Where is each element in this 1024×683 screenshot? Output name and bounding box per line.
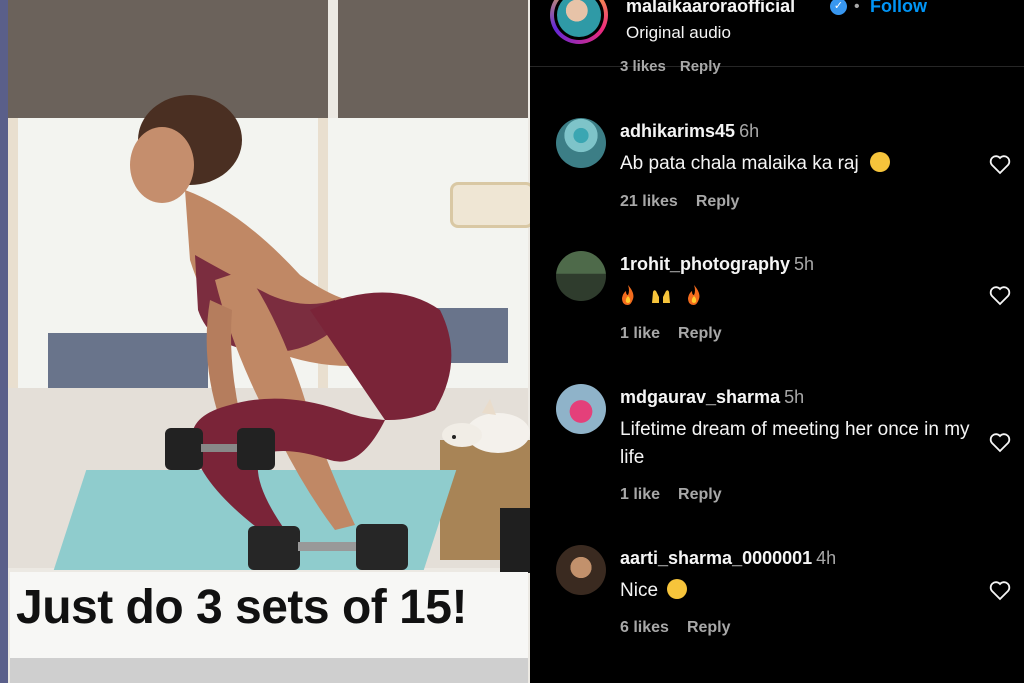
header-divider — [530, 66, 1024, 67]
comment-meta: 6 likes Reply — [620, 619, 731, 637]
likes-count[interactable]: 1 like — [620, 486, 660, 503]
original-audio-link[interactable]: Original audio — [626, 23, 731, 43]
step-platform — [500, 508, 530, 573]
reply-button[interactable]: Reply — [678, 486, 722, 503]
reply-button[interactable]: Reply — [680, 58, 721, 75]
dumbbell-right — [248, 524, 408, 570]
commenter-username[interactable]: adhikarims45 — [620, 121, 735, 141]
reply-button[interactable]: Reply — [687, 619, 731, 636]
author-avatar[interactable] — [550, 0, 608, 44]
commenter-username[interactable]: aarti_sharma_0000001 — [620, 548, 812, 568]
separator-dot: • — [854, 0, 860, 15]
likes-count[interactable]: 21 likes — [620, 193, 678, 210]
comment-text: Lifetime dream of meeting her once in my… — [620, 419, 970, 468]
dumbbell-left — [165, 428, 275, 470]
commenter-avatar[interactable] — [556, 118, 606, 168]
fire-emoji — [688, 285, 700, 305]
post-header: malaikaaroraofficial ✓ • Follow Original… — [530, 0, 1024, 66]
like-heart-icon[interactable] — [988, 283, 1012, 307]
comment-time: 4h — [816, 548, 837, 568]
likes-count[interactable]: 1 like — [620, 325, 660, 342]
next-frame-preview — [10, 658, 528, 683]
author-username[interactable]: malaikaaroraofficial — [626, 0, 795, 17]
previous-comment-meta: 3 likes Reply — [620, 58, 735, 75]
reply-button[interactable]: Reply — [696, 193, 740, 210]
like-heart-icon[interactable] — [988, 152, 1012, 176]
commenter-avatar[interactable] — [556, 545, 606, 595]
fire-emoji — [622, 285, 634, 305]
commenter-avatar[interactable] — [556, 384, 606, 434]
commenter-avatar[interactable] — [556, 251, 606, 301]
comment-time: 6h — [739, 121, 760, 141]
comment-meta: 21 likes Reply — [620, 193, 739, 211]
comment-time: 5h — [784, 387, 805, 407]
comment-text: Nice — [620, 577, 980, 605]
video-caption: Just do 3 sets of 15! — [16, 581, 467, 634]
commenter-username[interactable]: mdgaurav_sharma — [620, 387, 780, 407]
likes-count[interactable]: 6 likes — [620, 619, 669, 636]
like-heart-icon[interactable] — [988, 430, 1012, 454]
grinning-face-with-sweat-emoji — [869, 152, 890, 172]
media-edge — [0, 0, 8, 683]
woman-exercising-image — [130, 95, 452, 530]
likes-count[interactable]: 3 likes — [620, 58, 666, 75]
like-heart-icon[interactable] — [988, 578, 1012, 602]
reply-button[interactable]: Reply — [678, 325, 722, 342]
commenter-username[interactable]: 1rohit_photography — [620, 254, 790, 274]
comments-panel: malaikaaroraofficial ✓ • Follow Original… — [530, 0, 1024, 683]
verified-badge-icon: ✓ — [830, 0, 847, 15]
comment-text: Ab pata chala malaika ka raj — [620, 150, 980, 178]
comment-meta: 1 like Reply — [620, 486, 722, 504]
comment-time: 5h — [794, 254, 815, 274]
flushed-face-emoji — [667, 579, 688, 599]
post-media[interactable]: Just do 3 sets of 15! — [0, 0, 530, 683]
raising-hands-emoji — [652, 290, 670, 303]
follow-button[interactable]: Follow — [870, 0, 927, 17]
comment-meta: 1 like Reply — [620, 325, 722, 343]
comment-text — [620, 283, 980, 311]
